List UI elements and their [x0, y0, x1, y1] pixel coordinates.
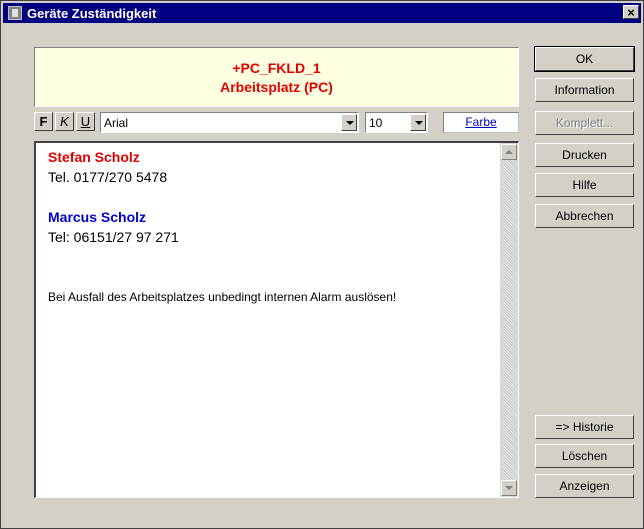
- history-button[interactable]: => Historie: [535, 415, 634, 439]
- contact-phone: Tel. 0177/270 5478: [48, 169, 168, 185]
- close-icon[interactable]: ×: [623, 5, 639, 19]
- contact-phone: Tel: 06151/27 97 271: [48, 229, 179, 245]
- dialog-window: Geräte Zuständigkeit × +PC_FKLD_1 Arbeit…: [0, 0, 644, 529]
- komplett-button[interactable]: Komplett...: [535, 111, 634, 135]
- size-value: 10: [369, 116, 383, 130]
- help-button[interactable]: Hilfe: [535, 173, 634, 197]
- device-header: +PC_FKLD_1 Arbeitsplatz (PC): [34, 47, 519, 107]
- delete-button[interactable]: Löschen: [535, 444, 634, 468]
- contact-name: Marcus Scholz: [48, 209, 147, 225]
- chevron-down-icon[interactable]: [410, 114, 426, 131]
- app-icon: [8, 6, 22, 20]
- title-bar: Geräte Zuständigkeit ×: [3, 3, 641, 23]
- italic-button[interactable]: K: [55, 112, 74, 131]
- font-value: Arial: [104, 116, 129, 130]
- color-button[interactable]: Farbe: [443, 112, 519, 133]
- scroll-down-icon[interactable]: [501, 480, 517, 496]
- rich-text-editor[interactable]: Stefan Scholz Tel. 0177/270 5478 Marcus …: [34, 141, 519, 498]
- device-id: +PC_FKLD_1: [232, 60, 321, 76]
- device-type: Arbeitsplatz (PC): [220, 79, 333, 95]
- cancel-button[interactable]: Abbrechen: [535, 204, 634, 228]
- chevron-down-icon[interactable]: [341, 114, 357, 131]
- ok-button[interactable]: OK: [534, 46, 635, 72]
- size-select[interactable]: 10: [365, 112, 428, 133]
- vertical-scrollbar[interactable]: [500, 143, 518, 497]
- print-button[interactable]: Drucken: [535, 143, 634, 167]
- font-select[interactable]: Arial: [100, 112, 359, 133]
- bold-button[interactable]: F: [34, 112, 53, 131]
- window-title: Geräte Zuständigkeit: [27, 6, 157, 21]
- scroll-up-icon[interactable]: [501, 144, 517, 160]
- alarm-note: Bei Ausfall des Arbeitsplatzes unbedingt…: [48, 290, 397, 304]
- contact-name: Stefan Scholz: [48, 149, 140, 165]
- information-button[interactable]: Information: [535, 78, 634, 102]
- editor-content[interactable]: Stefan Scholz Tel. 0177/270 5478 Marcus …: [48, 147, 488, 307]
- show-button[interactable]: Anzeigen: [535, 474, 634, 498]
- underline-button[interactable]: U: [76, 112, 95, 131]
